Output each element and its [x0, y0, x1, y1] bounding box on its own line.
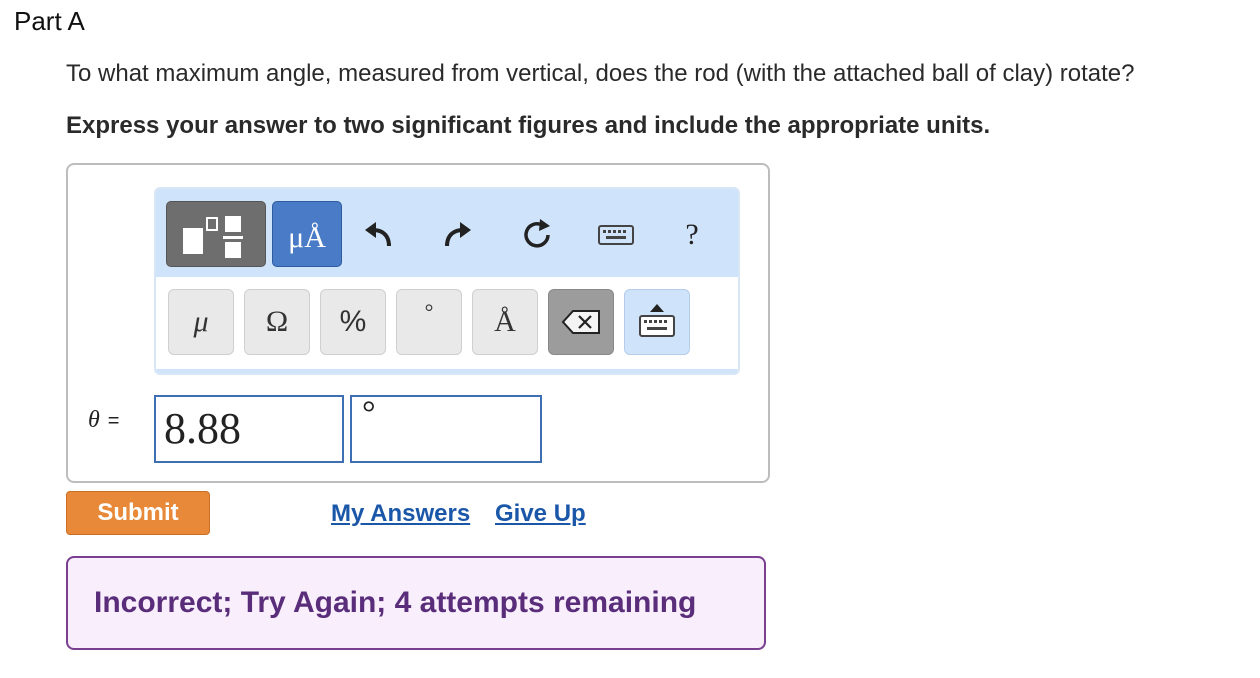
- backspace-icon: [561, 310, 600, 334]
- key-degree-label: °: [424, 299, 434, 324]
- keyboard-button[interactable]: [594, 213, 638, 257]
- undo-icon: [365, 222, 391, 247]
- give-up-link[interactable]: Give Up: [495, 500, 586, 528]
- key-percent[interactable]: %: [320, 289, 386, 355]
- units-button[interactable]: μÅ: [272, 201, 342, 267]
- feedback-text: Incorrect; Try Again; 4 attempts remaini…: [94, 586, 697, 619]
- redo-button[interactable]: [434, 213, 478, 257]
- key-angstrom[interactable]: Å: [472, 289, 538, 355]
- templates-button[interactable]: [166, 201, 266, 267]
- keyboard-icon: [598, 225, 634, 245]
- unit-input[interactable]: °: [350, 395, 542, 463]
- reset-button[interactable]: [516, 213, 560, 257]
- key-mu[interactable]: μ: [168, 289, 234, 355]
- equals-sign: =: [107, 410, 120, 432]
- reset-icon: [524, 219, 550, 248]
- undo-button[interactable]: [358, 213, 402, 257]
- key-omega[interactable]: Ω: [244, 289, 310, 355]
- key-degree[interactable]: °: [396, 289, 462, 355]
- backspace-button[interactable]: [548, 289, 614, 355]
- key-mu-label: μ: [193, 305, 209, 338]
- part-title: Part A: [14, 6, 85, 36]
- key-omega-label: Ω: [265, 305, 289, 338]
- redo-icon: [445, 222, 471, 247]
- my-answers-link[interactable]: My Answers: [331, 500, 470, 528]
- templates-icon: [183, 216, 243, 258]
- answer-panel: μÅ ? μ Ω % ° Å θ = 8.88 °: [66, 163, 770, 483]
- key-angstrom-label: Å: [494, 305, 516, 338]
- answer-variable-label: θ =: [88, 407, 119, 434]
- math-toolbar: μÅ ? μ Ω % ° Å: [154, 187, 740, 375]
- keyboard-toggle-button[interactable]: [624, 289, 690, 355]
- variable-symbol: θ: [88, 407, 100, 433]
- question-text: To what maximum angle, measured from ver…: [66, 60, 1135, 87]
- value-input[interactable]: 8.88: [154, 395, 344, 463]
- key-percent-label: %: [339, 305, 367, 338]
- feedback-message: Incorrect; Try Again; 4 attempts remaini…: [66, 556, 766, 650]
- help-button[interactable]: ?: [670, 213, 714, 257]
- keyboard-toggle-icon: [639, 304, 675, 337]
- toolbar-divider: [156, 369, 738, 373]
- submit-button[interactable]: Submit: [66, 491, 210, 535]
- instruction-text: Express your answer to two significant f…: [66, 112, 991, 139]
